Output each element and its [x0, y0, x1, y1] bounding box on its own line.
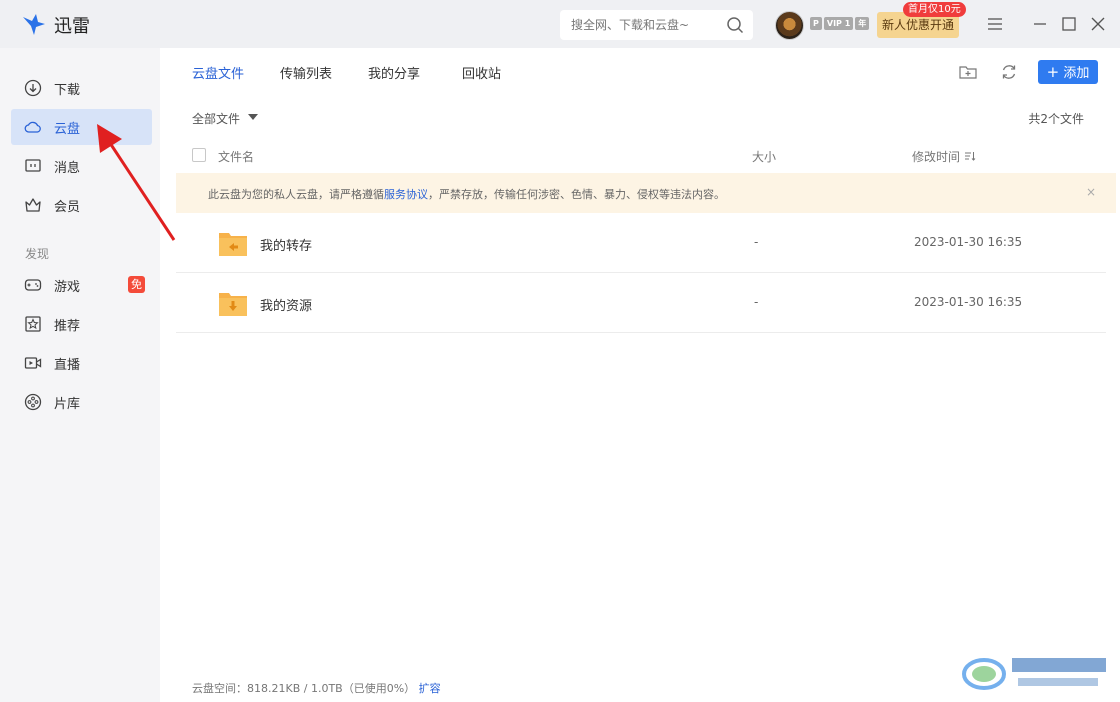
select-all-checkbox[interactable]: [192, 148, 206, 162]
title-bar: 迅雷 P VIP 1 年 新人优惠开通 首月仅10元: [0, 0, 1120, 48]
sidebar-item-membership[interactable]: 会员: [11, 187, 152, 223]
close-icon[interactable]: [1088, 14, 1108, 34]
tab-cloud-files[interactable]: 云盘文件: [192, 63, 244, 82]
free-badge: 免: [128, 276, 145, 293]
all-files-filter[interactable]: 全部文件: [192, 110, 240, 127]
folder-download-icon: [219, 293, 247, 316]
new-folder-icon[interactable]: [958, 62, 978, 82]
notice-text: 此云盘为您的私人云盘，请严格遵循: [208, 188, 384, 201]
sidebar-item-label: 直播: [54, 358, 81, 373]
service-agreement-link[interactable]: 服务协议: [384, 188, 428, 201]
sidebar-item-label: 消息: [54, 161, 81, 176]
menu-icon[interactable]: [985, 14, 1005, 34]
column-header-modified[interactable]: 修改时间: [912, 148, 976, 165]
caret-down-icon[interactable]: [248, 114, 258, 120]
tab-my-shares[interactable]: 我的分享: [368, 63, 420, 82]
file-size: -: [754, 295, 759, 309]
sidebar-item-games[interactable]: 游戏 免: [11, 267, 152, 303]
search-input[interactable]: [560, 10, 720, 40]
star-icon: [25, 316, 41, 332]
film-reel-icon: [24, 393, 42, 411]
sidebar-item-label: 游戏: [54, 280, 81, 295]
minimize-icon[interactable]: [1030, 14, 1050, 34]
sort-icon[interactable]: [964, 150, 976, 162]
notice-text-after: ，严禁存放，传输任何涉密、色情、暴力、侵权等违法内容。: [428, 188, 725, 201]
sidebar-item-label: 推荐: [54, 319, 81, 334]
column-header-size[interactable]: 大小: [752, 148, 776, 165]
watermark-logo-icon: [962, 658, 1106, 690]
tab-recycle-bin[interactable]: 回收站: [462, 63, 501, 82]
search-icon[interactable]: [726, 16, 744, 34]
live-icon: [24, 357, 42, 369]
column-header-modified-label: 修改时间: [912, 150, 961, 164]
column-header-name[interactable]: 文件名: [218, 148, 254, 165]
maximize-icon[interactable]: [1059, 14, 1079, 34]
folder-transfer-icon: [219, 233, 247, 256]
table-row[interactable]: 我的资源 - 2023-01-30 16:35: [176, 273, 1106, 333]
sidebar-item-film-library[interactable]: 片库: [11, 384, 152, 420]
annotation-arrow: [97, 124, 176, 241]
cloud-icon: [24, 121, 41, 133]
notice-close-icon[interactable]: ×: [1086, 185, 1096, 199]
sidebar: 下载 云盘 消息 会员 发现 游戏 免 推荐 直播 片库: [0, 48, 160, 702]
vip-level-label: VIP 1: [823, 17, 854, 30]
table-row[interactable]: 我的转存 - 2023-01-30 16:35: [176, 213, 1106, 273]
sidebar-item-recommend[interactable]: 推荐: [11, 306, 152, 342]
expand-storage-link[interactable]: 扩容: [419, 682, 441, 695]
plus-icon: +: [1046, 63, 1060, 81]
tab-transfer-list[interactable]: 传输列表: [280, 63, 332, 82]
file-modified: 2023-01-30 16:35: [914, 235, 1023, 249]
search-box[interactable]: [560, 10, 753, 40]
add-button[interactable]: + 添加: [1038, 60, 1098, 84]
gamepad-icon: [24, 279, 42, 291]
thunder-bird-logo-icon: [23, 14, 45, 35]
sidebar-item-cloud[interactable]: 云盘: [11, 109, 152, 145]
crown-icon: [25, 198, 41, 212]
avatar[interactable]: [775, 11, 804, 40]
file-name[interactable]: 我的资源: [260, 295, 312, 314]
vip-badge: P VIP 1 年: [810, 17, 870, 30]
file-name[interactable]: 我的转存: [260, 235, 312, 254]
discover-section-title: 发现: [25, 247, 50, 261]
refresh-icon[interactable]: [999, 62, 1019, 82]
file-size: -: [754, 235, 759, 249]
sidebar-item-label: 云盘: [54, 122, 81, 137]
sidebar-item-live[interactable]: 直播: [11, 345, 152, 381]
storage-footer: 云盘空间：818.21KB / 1.0TB（已使用0%） 扩容: [192, 680, 441, 696]
add-button-label: 添加: [1063, 66, 1090, 81]
vip-p-label: P: [810, 17, 822, 30]
message-icon: [25, 159, 41, 172]
compliance-notice: 此云盘为您的私人云盘，请严格遵循服务协议，严禁存放，传输任何涉密、色情、暴力、侵…: [176, 173, 1116, 213]
download-icon: [24, 79, 42, 97]
app-title: 迅雷: [54, 16, 90, 37]
sidebar-item-label: 片库: [54, 397, 81, 412]
storage-usage: 云盘空间：818.21KB / 1.0TB（已使用0%）: [192, 682, 416, 695]
sidebar-item-download[interactable]: 下载: [11, 70, 152, 106]
sidebar-item-label: 下载: [54, 83, 81, 98]
promo-tag: 首月仅10元: [903, 2, 966, 17]
sidebar-item-messages[interactable]: 消息: [11, 148, 152, 184]
vip-year-label: 年: [855, 17, 870, 30]
file-modified: 2023-01-30 16:35: [914, 295, 1023, 309]
file-count: 共2个文件: [1028, 112, 1084, 126]
sidebar-item-label: 会员: [54, 200, 81, 215]
